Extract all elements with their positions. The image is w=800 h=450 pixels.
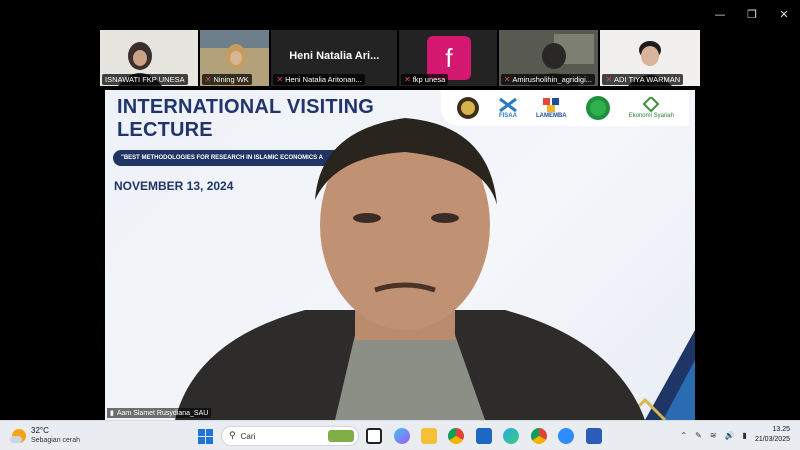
mic-muted-icon: ✕ (503, 75, 511, 84)
task-view-icon[interactable] (366, 428, 382, 444)
window-controls: — ❐ ✕ (704, 0, 800, 28)
participant-name: ✕ Heni Natalia Aritonan... (273, 74, 365, 85)
store-icon[interactable] (476, 428, 492, 444)
mic-muted-icon: ✕ (204, 75, 212, 84)
speaker-person (175, 118, 645, 420)
word-icon[interactable] (586, 428, 602, 444)
windows-taskbar: 32°C Sebagian cerah ⚲ Cari ⌃ ✎ ≋ 🔊 ▮ 13.… (0, 420, 800, 450)
taskbar-search[interactable]: ⚲ Cari (221, 426, 359, 446)
weather-condition-text: Sebagian cerah (31, 437, 81, 444)
participant-name: ✕ ADI TIYA WARMAN (602, 74, 684, 85)
participant-name: ✕ fkp unesa (401, 74, 449, 85)
file-explorer-icon[interactable] (421, 428, 437, 444)
participant-tile[interactable]: ✕ Nining WK (199, 30, 270, 86)
speaker-video[interactable]: INTERNATIONAL VISITING LECTURE "BEST MET… (105, 90, 695, 420)
zoom-meeting-window: — ❐ ✕ ISNAWATI FKP UNESA ✕ Nining WK Hen… (0, 0, 800, 450)
participant-tile[interactable]: ✕ Amirusholihin_agridigi... (498, 30, 599, 86)
zoom-icon[interactable] (558, 428, 574, 444)
clock-time: 13.25 (772, 426, 790, 433)
start-button[interactable] (198, 429, 213, 444)
clock[interactable]: 13.25 21/03/2025 (755, 425, 790, 445)
mic-muted-icon: ✕ (605, 75, 613, 84)
participant-name: ✕ Nining WK (201, 74, 252, 85)
minimize-icon[interactable]: — (704, 0, 736, 28)
mic-muted-icon: ✕ (404, 75, 411, 84)
search-icon: ⚲ (229, 431, 236, 441)
clock-date: 21/03/2025 (754, 436, 790, 443)
search-highlight-icon (328, 430, 354, 442)
signal-bars-icon: ▮ (110, 410, 114, 417)
participant-display-name: Heni Natalia Ari... (289, 50, 380, 62)
chrome-icon[interactable] (448, 428, 464, 444)
search-label: Cari (240, 431, 256, 441)
weather-icon (10, 429, 26, 443)
pen-icon[interactable]: ✎ (695, 431, 702, 440)
system-tray: ⌃ ✎ ≋ 🔊 ▮ 13.25 21/03/2025 (680, 425, 790, 445)
participant-name: ISNAWATI FKP UNESA (102, 74, 188, 85)
chrome-profile-icon[interactable] (531, 428, 547, 444)
speaker-name-label: ▮ Aam Slamet Rusydiana_SAU (107, 408, 212, 418)
close-icon[interactable]: ✕ (768, 0, 800, 28)
participant-strip: ISNAWATI FKP UNESA ✕ Nining WK Heni Natal… (100, 30, 700, 86)
mic-muted-icon: ✕ (276, 75, 284, 84)
participant-tile[interactable]: Heni Natalia Ari... ✕ Heni Natalia Ariton… (271, 30, 398, 86)
participant-tile[interactable]: ISNAWATI FKP UNESA (100, 30, 198, 86)
wifi-icon[interactable]: ≋ (710, 431, 717, 440)
participant-name: ✕ Amirusholihin_agridigi... (500, 74, 596, 85)
volume-icon[interactable]: 🔊 (725, 431, 735, 440)
participant-tile[interactable]: f ✕ fkp unesa (399, 30, 497, 86)
weather-widget[interactable]: 32°C Sebagian cerah (10, 426, 81, 446)
edge-icon[interactable] (503, 428, 519, 444)
maximize-icon[interactable]: ❐ (736, 0, 768, 28)
copilot-icon[interactable] (394, 428, 410, 444)
battery-icon[interactable]: ▮ (743, 431, 747, 440)
participant-tile[interactable]: ✕ ADI TIYA WARMAN (600, 30, 700, 86)
chevron-up-icon[interactable]: ⌃ (680, 431, 687, 440)
temperature-text: 32°C (31, 426, 49, 435)
